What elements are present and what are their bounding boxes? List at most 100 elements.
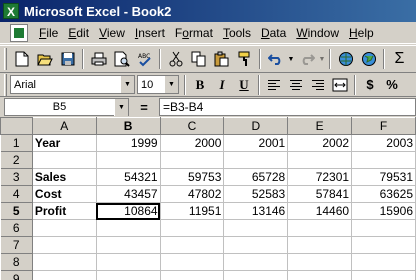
currency-button[interactable]: $ bbox=[359, 74, 381, 95]
align-center-icon[interactable] bbox=[285, 74, 307, 95]
select-all-corner[interactable] bbox=[0, 117, 33, 135]
cell-b6[interactable] bbox=[96, 219, 161, 237]
percent-button[interactable]: % bbox=[381, 74, 403, 95]
row-header-5[interactable]: 5 bbox=[0, 202, 33, 220]
cell-b3[interactable]: 54321 bbox=[96, 168, 161, 186]
print-icon[interactable] bbox=[87, 48, 110, 70]
bold-button[interactable]: B bbox=[189, 74, 211, 95]
format-painter-icon[interactable] bbox=[233, 48, 256, 70]
cell-c1[interactable]: 2000 bbox=[160, 134, 225, 152]
cell-c2[interactable] bbox=[160, 151, 225, 169]
cell-f8[interactable] bbox=[351, 253, 416, 271]
cell-a9[interactable] bbox=[32, 270, 97, 280]
undo-dropdown-icon[interactable]: ▼ bbox=[287, 56, 295, 63]
cell-e9[interactable] bbox=[287, 270, 353, 280]
underline-button[interactable]: U bbox=[233, 74, 255, 95]
cell-e3[interactable]: 72301 bbox=[287, 168, 353, 186]
cell-d6[interactable] bbox=[223, 219, 289, 237]
row-header-7[interactable]: 7 bbox=[0, 236, 33, 254]
name-box[interactable]: B5 ▼ bbox=[4, 98, 129, 116]
column-header-d[interactable]: D bbox=[223, 117, 289, 135]
web-toolbar-icon[interactable] bbox=[357, 48, 380, 70]
cell-c7[interactable] bbox=[160, 236, 225, 254]
redo-dropdown-icon[interactable]: ▼ bbox=[318, 56, 326, 63]
chevron-down-icon[interactable]: ▼ bbox=[114, 98, 128, 116]
cell-f9[interactable] bbox=[351, 270, 416, 280]
redo-icon[interactable] bbox=[295, 48, 318, 70]
cell-b2[interactable] bbox=[96, 151, 161, 169]
chevron-down-icon[interactable]: ▼ bbox=[164, 76, 178, 93]
cell-a1[interactable]: Year bbox=[32, 134, 97, 152]
cell-d7[interactable] bbox=[223, 236, 289, 254]
align-left-icon[interactable] bbox=[263, 74, 285, 95]
cell-b8[interactable] bbox=[96, 253, 161, 271]
menu-window[interactable]: Window bbox=[291, 26, 344, 40]
cell-c6[interactable] bbox=[160, 219, 225, 237]
cell-a2[interactable] bbox=[32, 151, 97, 169]
cell-d8[interactable] bbox=[223, 253, 289, 271]
cell-b7[interactable] bbox=[96, 236, 161, 254]
cell-b9[interactable] bbox=[96, 270, 161, 280]
print-preview-icon[interactable] bbox=[110, 48, 133, 70]
cell-b5-selected[interactable]: 10864 bbox=[96, 202, 161, 220]
cell-a3[interactable]: Sales bbox=[32, 168, 97, 186]
cell-d2[interactable] bbox=[223, 151, 289, 169]
column-header-c[interactable]: C bbox=[160, 117, 225, 135]
formula-input[interactable]: =B3-B4 bbox=[159, 98, 416, 116]
cell-a5[interactable]: Profit bbox=[32, 202, 97, 220]
font-name-select[interactable]: Arial ▼ bbox=[10, 75, 135, 94]
workbook-icon[interactable] bbox=[10, 23, 28, 42]
cell-c5[interactable]: 11951 bbox=[160, 202, 225, 220]
equals-sign[interactable]: = bbox=[129, 100, 159, 115]
cell-a7[interactable] bbox=[32, 236, 97, 254]
cell-e6[interactable] bbox=[287, 219, 353, 237]
row-header-8[interactable]: 8 bbox=[0, 253, 33, 271]
undo-icon[interactable] bbox=[264, 48, 287, 70]
new-icon[interactable] bbox=[10, 48, 33, 70]
cell-f1[interactable]: 2003 bbox=[351, 134, 416, 152]
cell-f6[interactable] bbox=[351, 219, 416, 237]
font-size-select[interactable]: 10 ▼ bbox=[137, 75, 179, 94]
cell-f2[interactable] bbox=[351, 151, 416, 169]
merge-center-icon[interactable] bbox=[329, 74, 351, 95]
cut-icon[interactable] bbox=[164, 48, 187, 70]
cell-c9[interactable] bbox=[160, 270, 225, 280]
row-header-3[interactable]: 3 bbox=[0, 168, 33, 186]
cell-c4[interactable]: 47802 bbox=[160, 185, 225, 203]
menu-help[interactable]: Help bbox=[344, 26, 379, 40]
cell-e8[interactable] bbox=[287, 253, 353, 271]
cell-e4[interactable]: 57841 bbox=[287, 185, 353, 203]
column-header-e[interactable]: E bbox=[287, 117, 353, 135]
chevron-down-icon[interactable]: ▼ bbox=[120, 76, 134, 93]
cell-d5[interactable]: 13146 bbox=[223, 202, 289, 220]
cell-d4[interactable]: 52583 bbox=[223, 185, 289, 203]
menu-tools[interactable]: Tools bbox=[218, 26, 256, 40]
cell-d3[interactable]: 65728 bbox=[223, 168, 289, 186]
cell-e7[interactable] bbox=[287, 236, 353, 254]
row-header-2[interactable]: 2 bbox=[0, 151, 33, 169]
menu-data[interactable]: Data bbox=[256, 26, 291, 40]
toolbar-grip[interactable] bbox=[4, 73, 7, 96]
menu-file[interactable]: File bbox=[34, 26, 63, 40]
save-icon[interactable] bbox=[56, 48, 79, 70]
cell-f7[interactable] bbox=[351, 236, 416, 254]
row-header-1[interactable]: 1 bbox=[0, 134, 33, 152]
cell-c3[interactable]: 59753 bbox=[160, 168, 225, 186]
row-header-4[interactable]: 4 bbox=[0, 185, 33, 203]
excel-x-icon[interactable]: X bbox=[3, 3, 19, 19]
cell-a6[interactable] bbox=[32, 219, 97, 237]
cell-e1[interactable]: 2002 bbox=[287, 134, 353, 152]
open-icon[interactable] bbox=[33, 48, 56, 70]
align-right-icon[interactable] bbox=[307, 74, 329, 95]
copy-icon[interactable] bbox=[187, 48, 210, 70]
toolbar-grip[interactable] bbox=[4, 48, 7, 70]
spelling-icon[interactable]: ABC bbox=[133, 48, 156, 70]
row-header-6[interactable]: 6 bbox=[0, 219, 33, 237]
cell-b4[interactable]: 43457 bbox=[96, 185, 161, 203]
italic-button[interactable]: I bbox=[211, 74, 233, 95]
cell-f5[interactable]: 15906 bbox=[351, 202, 416, 220]
autosum-icon[interactable]: Σ bbox=[388, 48, 411, 70]
hyperlink-icon[interactable] bbox=[334, 48, 357, 70]
spreadsheet-grid[interactable]: A B C D E F 1 Year 1999 2000 2001 2002 2… bbox=[0, 117, 416, 280]
menu-edit[interactable]: Edit bbox=[63, 26, 94, 40]
